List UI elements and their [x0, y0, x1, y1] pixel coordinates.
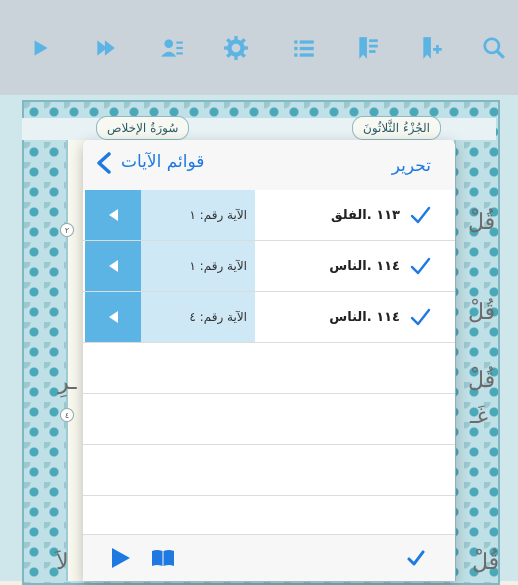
- verse-text-fragment: قُلْ: [468, 368, 496, 393]
- surah-label: ١١٤ .الناس: [329, 258, 400, 274]
- play-icon: [34, 40, 48, 56]
- play-verse-button[interactable]: [85, 292, 141, 342]
- popover-footer: [83, 534, 455, 581]
- ayah-number-label: الآية رقم: ١: [141, 241, 255, 291]
- play-left-icon: [109, 260, 118, 272]
- verse-text-fragment: قُلْ: [472, 550, 500, 575]
- ayah-number-marker: ٤: [60, 408, 74, 422]
- verse-text-fragment: لاَ: [56, 550, 69, 575]
- bookmark-add-icon: [423, 37, 442, 59]
- empty-list-row: [83, 394, 455, 445]
- play-all-icon[interactable]: [109, 547, 131, 569]
- checkmark-icon: [410, 308, 431, 326]
- reciter-icon: [161, 39, 183, 57]
- verse-text-fragment: قُلْ: [468, 210, 496, 235]
- add-bookmark-button[interactable]: [416, 32, 448, 64]
- verse-text-fragment: غَـ: [470, 404, 488, 429]
- play-verse-button[interactable]: [85, 241, 141, 291]
- reciter-button[interactable]: [156, 32, 188, 64]
- bookmark-list-icon: [359, 37, 378, 59]
- verse-list: الآية رقم: ١ ١١٣ .الفلق الآية رقم: ١ ١١٤…: [83, 190, 455, 546]
- surah-label: ١١٤ .الناس: [329, 309, 400, 325]
- index-button[interactable]: [288, 32, 320, 64]
- list-item[interactable]: الآية رقم: ٤ ١١٤ .الناس: [83, 292, 455, 343]
- select-all-check-icon[interactable]: [407, 549, 425, 567]
- play-left-icon: [109, 209, 118, 221]
- checkmark-icon: [410, 257, 431, 275]
- empty-list-row: [83, 343, 455, 394]
- open-book-icon[interactable]: [151, 549, 175, 567]
- search-button[interactable]: [478, 32, 510, 64]
- ayah-number-marker: ٢: [60, 223, 74, 237]
- gear-icon: [224, 36, 248, 60]
- list-item[interactable]: الآية رقم: ١ ١١٤ .الناس: [83, 241, 455, 292]
- edit-button[interactable]: تحرير: [392, 156, 431, 176]
- back-chevron-icon[interactable]: [93, 151, 115, 175]
- checkmark-icon: [410, 206, 431, 224]
- juz-label: الجُزْءُ الثَّلاثُونَ: [352, 116, 441, 140]
- play-verse-button[interactable]: [85, 190, 141, 240]
- list-icon: [294, 40, 314, 57]
- play-left-icon: [109, 311, 118, 323]
- verse-lists-popover: قوائم الآيات تحرير الآية رقم: ١ ١١٣ .الف…: [83, 140, 455, 581]
- list-item[interactable]: الآية رقم: ١ ١١٣ .الفلق: [83, 190, 455, 241]
- empty-list-row: [83, 445, 455, 496]
- surah-label: ١١٣ .الفلق: [331, 207, 400, 223]
- play-button[interactable]: [24, 32, 56, 64]
- fast-forward-icon: [97, 40, 115, 56]
- ayah-number-label: الآية رقم: ٤: [141, 292, 255, 342]
- fast-forward-button[interactable]: [90, 32, 122, 64]
- popover-header: قوائم الآيات تحرير: [83, 140, 455, 191]
- search-icon: [483, 37, 505, 59]
- bookmarks-list-button[interactable]: [352, 32, 384, 64]
- popover-title[interactable]: قوائم الآيات: [121, 152, 204, 172]
- ayah-number-label: الآية رقم: ١: [141, 190, 255, 240]
- surah-name-label: سُورَةُ الإخلاص: [96, 116, 190, 140]
- verse-text-fragment: ـرِ: [58, 370, 77, 395]
- verse-text-fragment: قُلْ: [468, 300, 496, 325]
- settings-button[interactable]: [220, 32, 252, 64]
- top-toolbar: [0, 0, 518, 96]
